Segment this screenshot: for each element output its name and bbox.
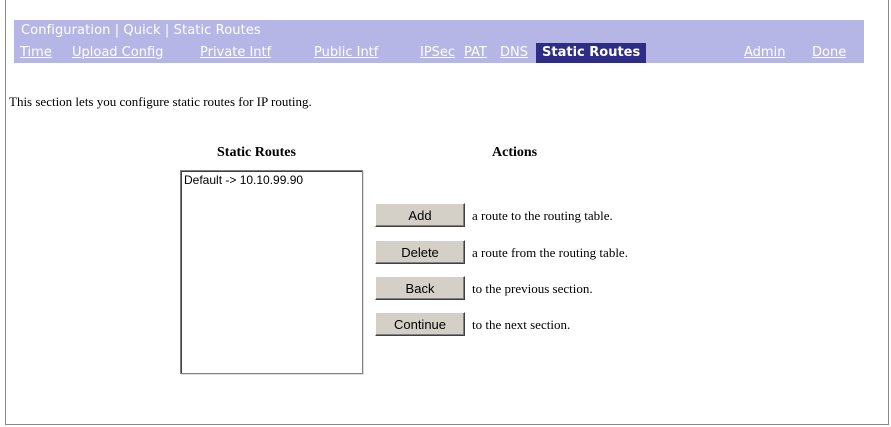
delete-description: a route from the routing table. <box>472 245 628 260</box>
breadcrumb-separator: | <box>110 23 124 38</box>
tab-done[interactable]: Done <box>812 45 846 60</box>
add-button[interactable]: Add <box>375 203 465 227</box>
tab-time[interactable]: Time <box>20 45 52 60</box>
delete-button[interactable]: Delete <box>375 240 465 264</box>
navigation-bar: Configuration | Quick | Static Routes Ti… <box>14 20 864 63</box>
tab-public-intf[interactable]: Public Intf <box>314 45 378 60</box>
breadcrumb-configuration: Configuration <box>21 23 111 38</box>
route-list-item[interactable]: Default -> 10.10.99.90 <box>184 173 359 187</box>
add-description: a route to the routing table. <box>472 208 613 223</box>
breadcrumb-static-routes: Static Routes <box>173 23 261 38</box>
actions-header: Actions <box>492 145 538 160</box>
back-description: to the previous section. <box>472 281 593 296</box>
tab-pat[interactable]: PAT <box>464 45 487 60</box>
tab-static-routes[interactable]: Static Routes <box>536 43 647 63</box>
breadcrumb: Configuration | Quick | Static Routes <box>21 23 261 38</box>
continue-description: to the next section. <box>472 317 571 332</box>
static-routes-listbox[interactable]: Default -> 10.10.99.90 <box>180 170 363 374</box>
tab-dns[interactable]: DNS <box>500 45 528 60</box>
intro-text: This section lets you configure static r… <box>9 94 312 109</box>
tab-upload-config[interactable]: Upload Config <box>72 45 163 60</box>
breadcrumb-quick: Quick <box>123 23 161 38</box>
tab-private-intf[interactable]: Private Intf <box>200 45 271 60</box>
back-button[interactable]: Back <box>375 276 465 300</box>
breadcrumb-separator: | <box>160 23 174 38</box>
continue-button[interactable]: Continue <box>375 312 465 336</box>
tab-admin[interactable]: Admin <box>744 45 785 60</box>
tab-ipsec[interactable]: IPSec <box>420 45 455 60</box>
static-routes-header: Static Routes <box>217 145 296 160</box>
